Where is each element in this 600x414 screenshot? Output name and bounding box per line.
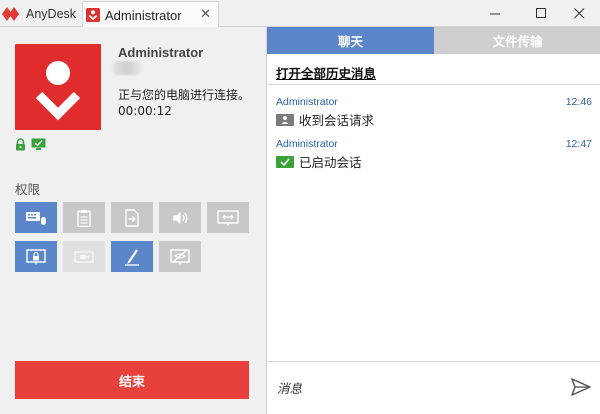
perm-lock-screen-button[interactable] (15, 241, 57, 272)
anydesk-logo-icon (2, 6, 22, 22)
maximize-button[interactable] (520, 0, 562, 27)
remote-user-name: Administrator (118, 45, 204, 60)
tab-title: Administrator (105, 7, 182, 23)
send-button[interactable] (570, 376, 592, 398)
perm-privacy-screen-button[interactable] (159, 241, 201, 272)
end-session-button[interactable]: 结束 (15, 361, 249, 399)
screen-control-icon (217, 209, 239, 225)
message-text: 收到会话请求 (299, 113, 375, 128)
anydesk-avatar-icon (35, 61, 81, 121)
perm-keyboard-mouse-button[interactable] (15, 202, 57, 233)
divider (267, 84, 600, 85)
session-status-icons (15, 138, 46, 154)
tab-file-transfer[interactable]: 文件传输 (434, 27, 600, 54)
tab-chat[interactable]: 聊天 (267, 27, 434, 54)
message-sender: Administrator (276, 138, 338, 150)
privacy-screen-icon (170, 248, 190, 264)
close-window-button[interactable] (558, 0, 600, 27)
brand-name: AnyDesk (26, 6, 77, 21)
title-bar: AnyDesk Administrator ✕ (0, 0, 600, 28)
chat-message: Administrator 12:46 收到会话请求 (276, 96, 592, 129)
draw-pen-icon (125, 248, 139, 266)
session-started-icon (276, 155, 294, 168)
lock-screen-icon (26, 248, 46, 264)
tab-close-icon[interactable]: ✕ (200, 7, 211, 22)
anydesk-session-icon (86, 8, 100, 22)
file-transfer-icon (125, 208, 139, 227)
message-time: 12:46 (565, 96, 592, 108)
minimize-icon (489, 13, 500, 15)
send-icon (571, 378, 591, 396)
maximize-icon (535, 8, 546, 18)
perm-file-transfer-button[interactable] (111, 202, 153, 233)
session-timer: 00:00:12 (118, 104, 172, 118)
session-panel: Administrator 正与您的电脑进行连接。 00:00:12 权限 结束 (0, 27, 266, 414)
perm-record-button[interactable] (63, 241, 105, 272)
open-history-link[interactable]: 打开全部历史消息 (276, 63, 376, 82)
permissions-title: 权限 (15, 182, 41, 197)
message-text: 已启动会话 (299, 155, 362, 170)
divider (267, 361, 600, 362)
sound-icon (173, 211, 188, 224)
perm-screen-control-button[interactable] (207, 202, 249, 233)
session-tab[interactable]: Administrator ✕ (82, 1, 219, 28)
connection-status: 正与您的电脑进行连接。 (118, 88, 251, 102)
perm-sound-button[interactable] (159, 202, 201, 233)
redacted-area (113, 61, 141, 75)
close-icon (573, 8, 584, 19)
chat-message: Administrator 12:47 已启动会话 (276, 138, 592, 171)
brand: AnyDesk (0, 0, 82, 27)
encryption-lock-icon (15, 138, 26, 154)
record-icon (74, 250, 94, 263)
message-input[interactable] (277, 377, 557, 399)
perm-draw-button[interactable] (111, 241, 153, 272)
clipboard-icon (77, 209, 91, 227)
monitor-verified-icon (31, 138, 46, 154)
minimize-button[interactable] (474, 0, 516, 27)
message-sender: Administrator (276, 96, 338, 108)
message-time: 12:47 (565, 138, 592, 150)
avatar (15, 44, 101, 130)
chat-panel: 聊天 文件传输 打开全部历史消息 Administrator 12:46 收到会… (266, 27, 600, 414)
keyboard-mouse-icon (26, 211, 46, 225)
session-request-icon (276, 113, 294, 126)
perm-clipboard-button[interactable] (63, 202, 105, 233)
